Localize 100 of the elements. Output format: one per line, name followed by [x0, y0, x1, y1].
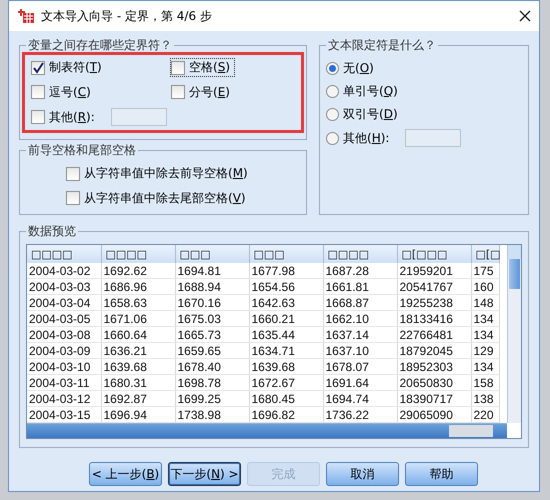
table-cell: 1661.81: [323, 278, 397, 294]
table-cell: 1680.45: [249, 390, 323, 406]
table-cell: 1694.74: [323, 390, 397, 406]
table-cell: 1687.28: [323, 263, 397, 278]
table-cell: 1668.87: [323, 294, 397, 310]
table-cell: 1634.71: [249, 342, 323, 358]
table-cell: 158: [471, 374, 499, 390]
table-cell: 2004-03-09: [27, 342, 101, 358]
radio-label[interactable]: 无(O): [326, 60, 378, 77]
column-header[interactable]: □□□□: [27, 245, 101, 263]
radio-label[interactable]: 双引号(D): [326, 106, 402, 123]
table-cell: 1670.16: [175, 294, 249, 310]
checkbox[interactable]: [31, 85, 45, 99]
table-cell: 1642.63: [249, 294, 323, 310]
group-title: 前导空格和尾部空格: [27, 142, 137, 159]
table-cell: 1694.81: [175, 263, 249, 278]
vertical-scrollbar[interactable]: [507, 245, 521, 423]
table-cell: 2004-03-11: [27, 374, 101, 390]
table-cell: 138: [471, 390, 499, 406]
close-icon[interactable]: [519, 10, 531, 22]
dialog-button[interactable]: 帮助: [405, 462, 478, 486]
table-cell: 1672.67: [249, 374, 323, 390]
table-cell: 1678.07: [323, 358, 397, 374]
checkbox-label[interactable]: 逗号(C): [31, 84, 95, 100]
checkbox-label[interactable]: 从字符串值中除去前导空格(M): [66, 165, 252, 182]
table-cell: 1671.06: [101, 310, 175, 326]
checkbox[interactable]: [31, 110, 45, 124]
radio-button[interactable]: [326, 85, 339, 98]
table-cell: 1665.73: [175, 326, 249, 342]
table-cell: 1677.98: [249, 263, 323, 278]
table-cell: 1675.03: [175, 310, 249, 326]
table-cell: 21959201: [397, 263, 471, 278]
dialog-button[interactable]: 取消: [326, 462, 399, 486]
dialog-button[interactable]: < 上一步(B): [89, 462, 162, 486]
radio-label[interactable]: 单引号(Q): [326, 83, 402, 100]
radio-label[interactable]: 其他(H):: [326, 130, 394, 146]
column-header[interactable]: □[□: [471, 245, 499, 263]
column-header[interactable]: □□□□: [323, 245, 397, 263]
table-cell: 1637.10: [323, 342, 397, 358]
checkbox-label[interactable]: 空格(S): [171, 59, 234, 76]
column-header[interactable]: □□□□: [101, 245, 175, 263]
table-cell: 1686.96: [101, 278, 175, 294]
table-cell: 1662.10: [323, 310, 397, 326]
group-title: 文本限定符是什么？: [327, 37, 437, 54]
checkbox-label[interactable]: 制表符(T): [31, 59, 106, 76]
checkbox[interactable]: [31, 60, 45, 74]
table-cell: 134: [471, 326, 499, 342]
checkbox[interactable]: [66, 166, 80, 180]
table-cell: 1654.56: [249, 278, 323, 294]
column-header[interactable]: □□□: [175, 245, 249, 263]
radio-button[interactable]: [326, 108, 339, 121]
checkbox-label[interactable]: 从字符串值中除去尾部空格(V): [66, 190, 250, 206]
checkbox-label[interactable]: 分号(E): [171, 84, 234, 100]
table-cell: 1659.65: [175, 342, 249, 358]
checkbox[interactable]: [171, 60, 185, 74]
column-header[interactable]: □[□□□: [397, 245, 471, 263]
table-cell: 2004-03-04: [27, 294, 101, 310]
group-title: 变量之间存在哪些定界符？: [27, 37, 173, 54]
table-cell: 2004-03-12: [27, 390, 101, 406]
table-cell: 1692.87: [101, 390, 175, 406]
column-header[interactable]: □□□: [249, 245, 323, 263]
horizontal-scrollbar[interactable]: [27, 423, 507, 438]
table-cell: 148: [471, 294, 499, 310]
checkbox-label[interactable]: 其他(R):: [31, 108, 99, 126]
table-cell: 175: [471, 263, 499, 278]
dialog-button[interactable]: 下一步(N) >: [168, 462, 241, 486]
table-cell: 2004-03-05: [27, 310, 101, 326]
radio-button[interactable]: [326, 132, 339, 144]
table-cell: 134: [471, 310, 499, 326]
table-cell: 22766481: [397, 326, 471, 342]
table-cell: 1692.62: [101, 263, 175, 278]
table-cell: 1635.44: [249, 326, 323, 342]
checkbox[interactable]: [66, 191, 80, 205]
group-title: 数据预览: [27, 223, 77, 240]
table-cell: 160: [471, 278, 499, 294]
table-cell: 1688.94: [175, 278, 249, 294]
table-cell: 1680.31: [101, 374, 175, 390]
table-cell: 18390717: [397, 390, 471, 406]
table-cell: 1639.68: [249, 358, 323, 374]
table-cell: 18133416: [397, 310, 471, 326]
table-cell: 1660.64: [101, 326, 175, 342]
table-cell: 2004-03-10: [27, 358, 101, 374]
table-cell: 1699.25: [175, 390, 249, 406]
table-cell: 1678.40: [175, 358, 249, 374]
table-cell: 1660.21: [249, 310, 323, 326]
app-icon: [17, 8, 35, 24]
table-cell: 129: [471, 342, 499, 358]
table-cell: 1658.63: [101, 294, 175, 310]
window-title: 文本导入向导 - 定界，第 4/6 步: [41, 8, 213, 24]
table-cell: 1637.14: [323, 326, 397, 342]
table-cell: 1636.21: [101, 342, 175, 358]
radio-button[interactable]: [326, 62, 339, 75]
table-cell: 2004-03-08: [27, 326, 101, 342]
table-cell: 1639.68: [101, 358, 175, 374]
table-cell: 1691.64: [323, 374, 397, 390]
checkbox[interactable]: [171, 85, 185, 99]
table-cell: 134: [471, 358, 499, 374]
table-cell: 18952303: [397, 358, 471, 374]
table-cell: 2004-03-03: [27, 278, 101, 294]
table-cell: 18792045: [397, 342, 471, 358]
